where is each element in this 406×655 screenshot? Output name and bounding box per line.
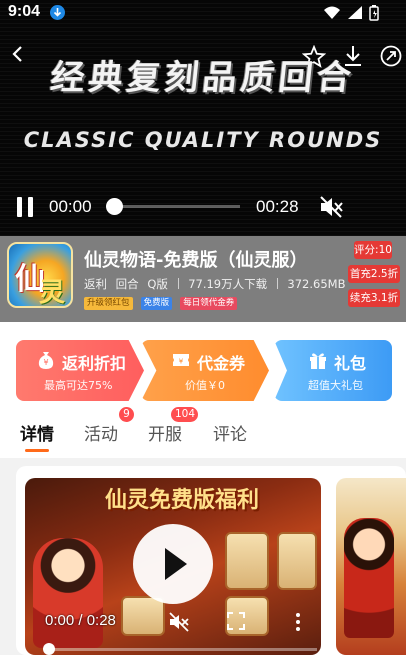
status-icons [324, 5, 379, 21]
tag-daily-voucher: 每日领代金券 [180, 297, 238, 310]
detail-tabs: 详情 活动 开服 评论 9 104 [0, 404, 406, 458]
server-open-count-badge: 104 [171, 407, 198, 422]
game-icon[interactable]: 仙 灵 [7, 242, 73, 308]
play-icon [165, 548, 187, 580]
tab-server-open[interactable]: 开服 [148, 420, 182, 445]
svg-text:¥: ¥ [179, 358, 184, 366]
reward-panel [121, 596, 165, 636]
game-size: 372.65MB [287, 277, 346, 291]
signal-icon [348, 6, 362, 19]
video-title-cn: 经典复刻品质回合 [48, 58, 357, 98]
video-player[interactable]: 9:04 经典复刻品质回合 CLASSIC QUALITY ROUNDS 00:… [0, 0, 406, 236]
screenshot-character-art [344, 518, 394, 638]
tab-comments[interactable]: 评论 [213, 420, 247, 445]
promo-gift-sub: 超值大礼包 [308, 379, 363, 392]
promo-voucher-title: 代金券 [197, 354, 246, 373]
tag-levelup-redpacket: 升级领红包 [84, 297, 133, 310]
promo-voucher-card[interactable]: ¥ 代金券 价值￥0 [141, 340, 269, 401]
media-video-time: 0:00 / 0:28 [45, 612, 116, 629]
discount-badges: 评分:10 首充2.5折 续充3.1折 [348, 241, 400, 313]
game-type-turn: 回合 [115, 277, 139, 291]
money-bag-icon: ¥ [38, 352, 54, 369]
status-bar: 9:04 [0, 0, 406, 26]
promo-video[interactable]: 仙灵免费版福利 0:00 / 0:28 [25, 478, 321, 655]
video-total-time: 00:28 [256, 197, 299, 216]
media-progress-thumb[interactable] [43, 643, 55, 655]
divider [276, 278, 278, 289]
ticket-icon: ¥ [173, 354, 189, 366]
tab-activities[interactable]: 活动 [84, 420, 118, 445]
game-name: 仙灵物语-免费版（仙灵服） [84, 250, 308, 271]
svg-text:¥: ¥ [43, 358, 48, 367]
video-current-time: 00:00 [49, 197, 92, 216]
promo-rebate-sub: 最高可达75% [44, 379, 113, 392]
game-type-rebate: 返利 [84, 277, 107, 291]
video-progress-thumb[interactable] [106, 198, 123, 215]
reward-panel [225, 532, 269, 590]
pause-icon[interactable] [14, 195, 36, 219]
reward-panel [277, 532, 317, 590]
mute-icon[interactable] [318, 194, 344, 220]
game-icon-char-2: 灵 [39, 278, 66, 308]
screenshot-thumbnail[interactable] [336, 478, 406, 655]
game-type-q: Q版 [147, 277, 168, 291]
tab-details[interactable]: 详情 [20, 420, 54, 445]
first-charge-badge: 首充2.5折 [348, 265, 400, 283]
divider [177, 278, 179, 289]
promo-section: ¥ 返利折扣 最高可达75% ¥ 代金券 价值￥0 礼包 超值大礼包 [0, 322, 406, 416]
gift-icon [310, 353, 326, 369]
game-downloads: 77.19万人下载 [188, 277, 268, 291]
promo-rebate-title: 返利折扣 [62, 354, 127, 373]
wifi-icon [324, 6, 340, 19]
play-button[interactable] [133, 524, 213, 604]
media-mute-icon[interactable] [168, 611, 190, 633]
tag-free-version: 免费版 [140, 297, 173, 310]
activities-count-badge: 9 [119, 407, 134, 422]
game-tags: 升级领红包 免费版 每日领代金券 [84, 297, 240, 311]
fullscreen-icon[interactable] [227, 612, 245, 630]
video-character-art [33, 538, 103, 648]
recharge-badge: 续充3.1折 [348, 289, 400, 307]
game-info-bar: 仙 灵 仙灵物语-免费版（仙灵服） 返利 回合 Q版 77.19万人下载 372… [0, 236, 406, 322]
score-badge: 评分:10 [354, 241, 392, 259]
video-progress-track[interactable] [115, 205, 240, 208]
download-notification-icon [50, 5, 65, 20]
status-time: 9:04 [8, 3, 41, 20]
media-progress-track[interactable] [47, 648, 317, 651]
game-meta: 返利 回合 Q版 77.19万人下载 372.65MB [84, 276, 345, 292]
active-tab-indicator [25, 449, 49, 452]
promo-voucher-sub: 价值￥0 [185, 379, 225, 392]
more-options-icon[interactable] [295, 612, 301, 632]
video-title-en: CLASSIC QUALITY ROUNDS [23, 128, 383, 152]
promo-gift-card[interactable]: 礼包 超值大礼包 [274, 340, 392, 401]
promo-gift-title: 礼包 [334, 354, 367, 373]
video-banner-text: 仙灵免费版福利 [105, 487, 260, 513]
promo-rebate-card[interactable]: ¥ 返利折扣 最高可达75% [16, 340, 144, 401]
